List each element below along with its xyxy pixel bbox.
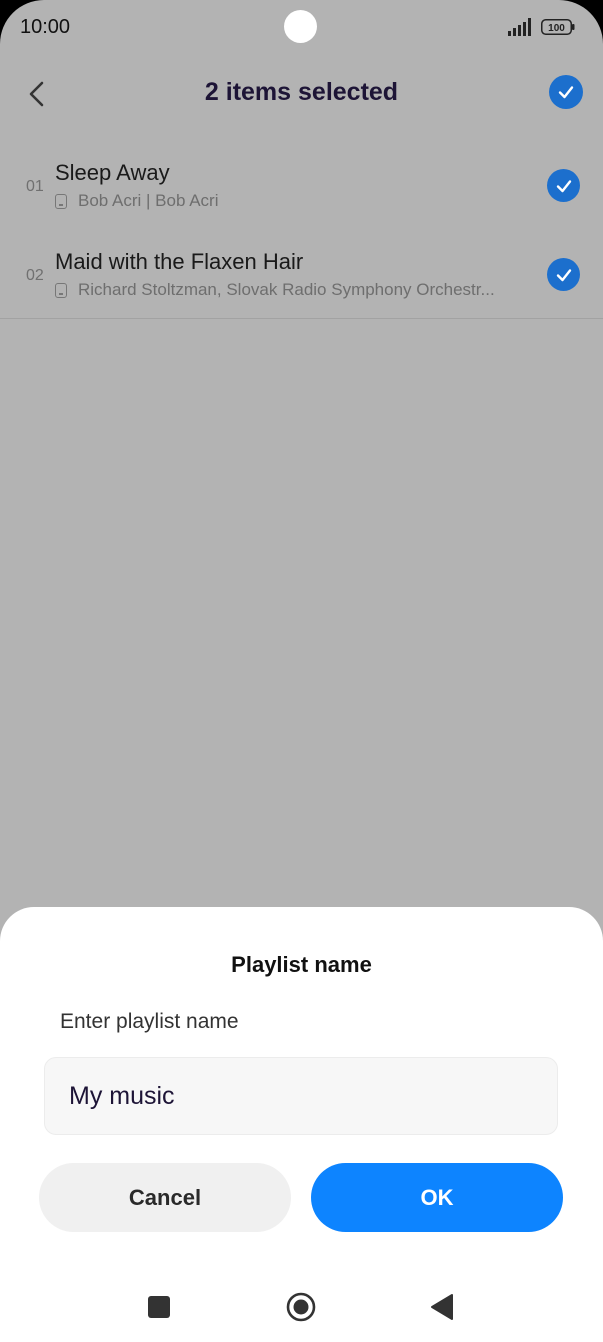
song-list: 01 Sleep Away Bob Acri | Bob Acri 02 Mai… [0, 140, 603, 318]
song-artist: Richard Stoltzman, Slovak Radio Symphony… [78, 280, 495, 299]
dialog-title: Playlist name [231, 952, 372, 977]
dialog-label: Enter playlist name [60, 1010, 239, 1033]
front-camera-cutout [284, 10, 317, 43]
screen: 10:00 100 2 items selected 01 Sleep Away… [0, 0, 603, 1342]
row-checkbox[interactable] [547, 169, 580, 202]
status-bar: 10:00 100 [0, 0, 603, 56]
list-item[interactable]: 02 Maid with the Flaxen Hair Richard Sto… [0, 229, 603, 318]
checkmark-icon [556, 179, 571, 192]
system-nav-bar [0, 1270, 603, 1342]
recents-square-icon[interactable] [148, 1296, 170, 1318]
song-subtitle: Bob Acri | Bob Acri [55, 191, 525, 211]
battery-level: 100 [548, 23, 565, 34]
signal-icon [508, 18, 531, 36]
back-triangle-icon[interactable] [430, 1293, 454, 1321]
ok-button[interactable]: OK [311, 1163, 563, 1232]
select-all-button[interactable] [549, 75, 583, 109]
list-divider [0, 318, 603, 319]
phone-storage-icon [55, 193, 67, 209]
song-title: Sleep Away [55, 160, 170, 185]
playlist-name-input[interactable] [44, 1057, 558, 1135]
song-title: Maid with the Flaxen Hair [55, 249, 304, 274]
track-number: 01 [26, 178, 44, 195]
song-subtitle: Richard Stoltzman, Slovak Radio Symphony… [55, 280, 525, 300]
status-time: 10:00 [20, 16, 71, 38]
page-title: 2 items selected [204, 78, 399, 106]
song-artist: Bob Acri | Bob Acri [78, 191, 219, 210]
home-circle-icon[interactable] [286, 1292, 316, 1322]
selection-header: 2 items selected [0, 60, 603, 126]
battery-icon: 100 [541, 19, 575, 35]
cancel-button[interactable]: Cancel [39, 1163, 291, 1232]
checkmark-icon [558, 86, 574, 99]
list-item[interactable]: 01 Sleep Away Bob Acri | Bob Acri [0, 140, 603, 229]
checkmark-icon [556, 268, 571, 281]
row-checkbox[interactable] [547, 258, 580, 291]
phone-storage-icon [55, 282, 67, 298]
track-number: 02 [26, 267, 44, 284]
